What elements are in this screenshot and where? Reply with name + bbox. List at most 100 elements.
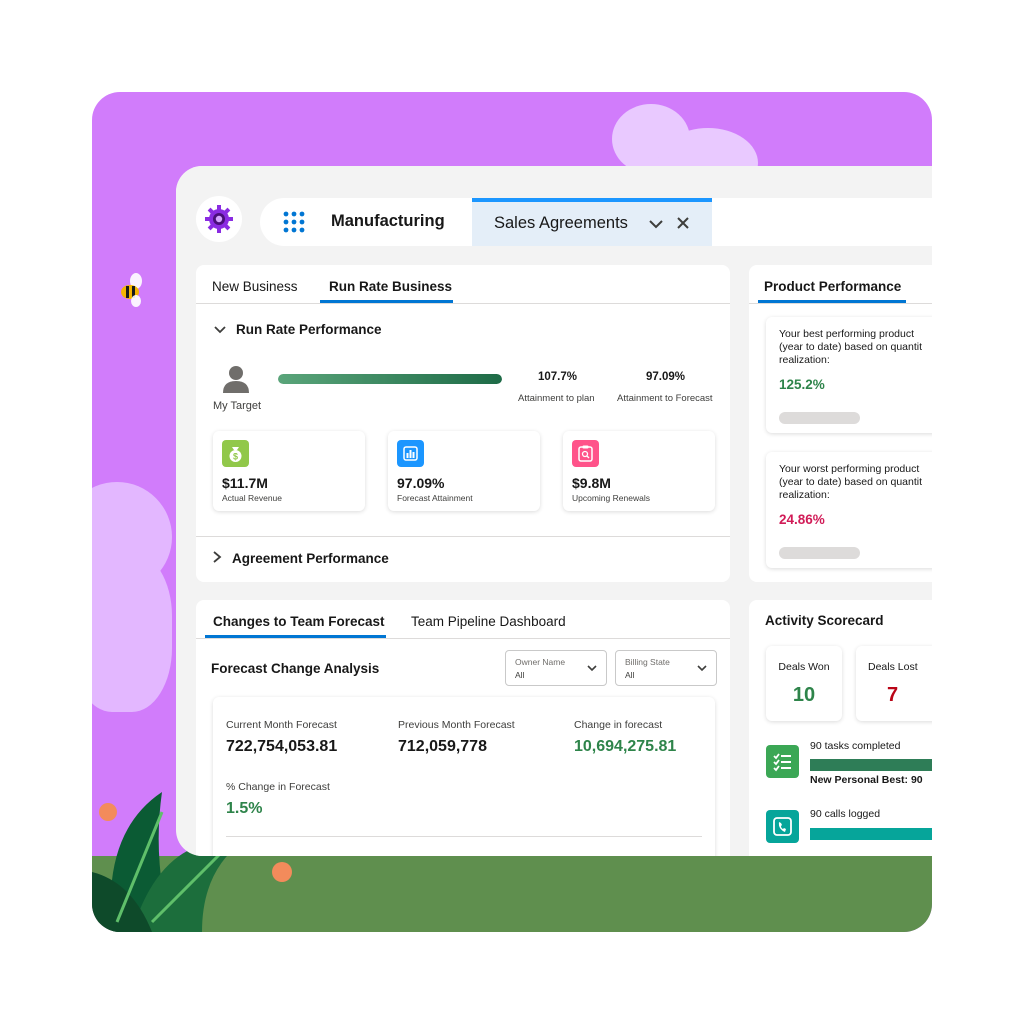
deals-won-card[interactable]: Deals Won 10 [766,646,842,721]
side-cloud-2 [92,552,172,712]
tab-changes-to-team-forecast[interactable]: Changes to Team Forecast [213,614,385,629]
chevron-down-icon [587,665,597,672]
tab-team-pipeline-dashboard[interactable]: Team Pipeline Dashboard [411,614,566,629]
kpi-icon-box: $ [222,440,249,467]
kpi-value: $9.8M [572,475,611,491]
money-bag-icon: $ [229,447,242,462]
tasks-bar [810,759,932,771]
filter-label: Owner Name [515,657,566,667]
divider [196,536,730,537]
progress-fill [278,374,502,384]
agreement-performance-title[interactable]: Agreement Performance [232,551,389,566]
svg-text:$: $ [233,452,238,462]
owner-name-filter[interactable]: Owner Name All [505,650,607,686]
calls-icon-box [766,810,799,843]
activity-title: Activity Scorecard [765,613,884,628]
kpi-value: $11.7M [222,475,268,491]
forecast-metrics-panel: Current Month Forecast 722,754,053.81 Pr… [213,697,715,856]
target-label: My Target [213,400,262,412]
deals-won-value: 10 [792,684,816,706]
chevron-down-icon [697,665,707,672]
tab-run-rate-business[interactable]: Run Rate Business [329,279,452,294]
kpi-label: Actual Revenue [222,493,283,503]
metric-value: 712,059,778 [398,738,487,755]
tab-sales-agreements[interactable]: Sales Agreements [472,198,712,246]
navigation-bar: Manufacturing Sales Agreements [260,198,932,246]
metric-label: % Change in Forecast [226,781,330,793]
app-window: Manufacturing Sales Agreements New Busin… [176,166,932,856]
run-rate-card: New Business Run Rate Business Run Rate … [196,265,730,582]
filter-value: All [515,670,525,680]
progress-track [278,374,502,384]
calls-label: 90 calls logged [810,808,881,820]
kpi-card-actual-revenue[interactable]: $ $11.7M Actual Revenue [213,431,365,511]
active-tab-indicator [320,300,453,303]
phone-log-icon [773,817,792,836]
attainment-forecast-value: 97.09% [646,371,686,383]
chevron-down-icon[interactable] [213,323,227,337]
filter-label: Billing State [625,657,670,667]
attainment-plan-label: Attainment to plan [518,393,595,404]
tab-label: Sales Agreements [494,214,628,232]
activity-scorecard-card: Activity Scorecard Deals Won 10 Deals Lo… [749,600,932,856]
chevron-down-icon[interactable] [648,216,664,232]
deals-lost-card[interactable]: Deals Lost 7 [856,646,932,721]
global-header: Manufacturing Sales Agreements [176,166,932,256]
setup-button[interactable] [196,196,242,242]
metric-label: Previous Month Forecast [398,719,515,731]
gear-icon [205,205,233,233]
tab-product-performance[interactable]: Product Performance [764,279,901,294]
placeholder-bar [779,547,860,559]
tasks-label: 90 tasks completed [810,740,901,752]
close-icon[interactable] [676,216,690,230]
worst-product-text: Your worst performing product (year to d… [779,463,923,501]
metric-value: 722,754,053.81 [226,738,338,755]
deals-lost-label: Deals Lost [868,661,918,673]
kpi-card-upcoming-renewals[interactable]: $9.8M Upcoming Renewals [563,431,715,511]
tasks-icon-box [766,745,799,778]
metric-label: Change in forecast [574,719,663,731]
forecast-card: Changes to Team Forecast Team Pipeline D… [196,600,730,856]
placeholder-bar [779,412,860,424]
bar-chart-icon [403,446,418,461]
best-product-value: 125.2% [779,377,825,392]
metric-value: 10,694,275.81 [574,738,677,755]
deals-won-label: Deals Won [778,661,830,673]
divider [226,836,702,837]
user-icon [223,366,249,393]
kpi-card-forecast-attainment[interactable]: 97.09% Forecast Attainment [388,431,540,511]
chevron-right-icon[interactable] [211,550,223,564]
section-title[interactable]: Run Rate Performance [236,322,382,337]
kpi-label: Upcoming Renewals [572,493,650,503]
best-product-card: Your best performing product (year to da… [766,317,932,433]
attainment-forecast-label: Attainment to Forecast [617,393,713,404]
kpi-icon-box [572,440,599,467]
run-rate-tabs: New Business Run Rate Business [196,265,730,304]
kpi-icon-box [397,440,424,467]
forecast-title: Forecast Change Analysis [211,661,380,676]
deals-lost-value: 7 [887,684,899,706]
billing-state-filter[interactable]: Billing State All [615,650,717,686]
forecast-tabs: Changes to Team Forecast Team Pipeline D… [196,600,730,639]
best-product-text: Your best performing product (year to da… [779,328,923,366]
metric-value: 1.5% [226,800,263,817]
active-tab-indicator [205,635,386,638]
tasks-note: New Personal Best: 90 [810,774,923,786]
metric-label: Current Month Forecast [226,719,337,731]
product-performance-card: Product Performance Your best performing… [749,265,932,582]
active-tab-indicator [758,300,906,303]
kpi-value: 97.09% [397,475,445,491]
task-list-icon [773,753,791,772]
filter-value: All [625,670,635,680]
worst-product-value: 24.86% [779,512,825,527]
tab-new-business[interactable]: New Business [212,279,298,294]
worst-product-card: Your worst performing product (year to d… [766,452,932,568]
calls-bar [810,828,932,840]
app-name: Manufacturing [331,212,445,230]
kpi-label: Forecast Attainment [397,493,473,503]
clipboard-search-icon [578,445,593,462]
attainment-plan-value: 107.7% [538,371,578,383]
product-tabs: Product Performance [749,265,932,304]
bee-icon [121,273,142,307]
app-launcher-icon[interactable] [282,210,306,234]
